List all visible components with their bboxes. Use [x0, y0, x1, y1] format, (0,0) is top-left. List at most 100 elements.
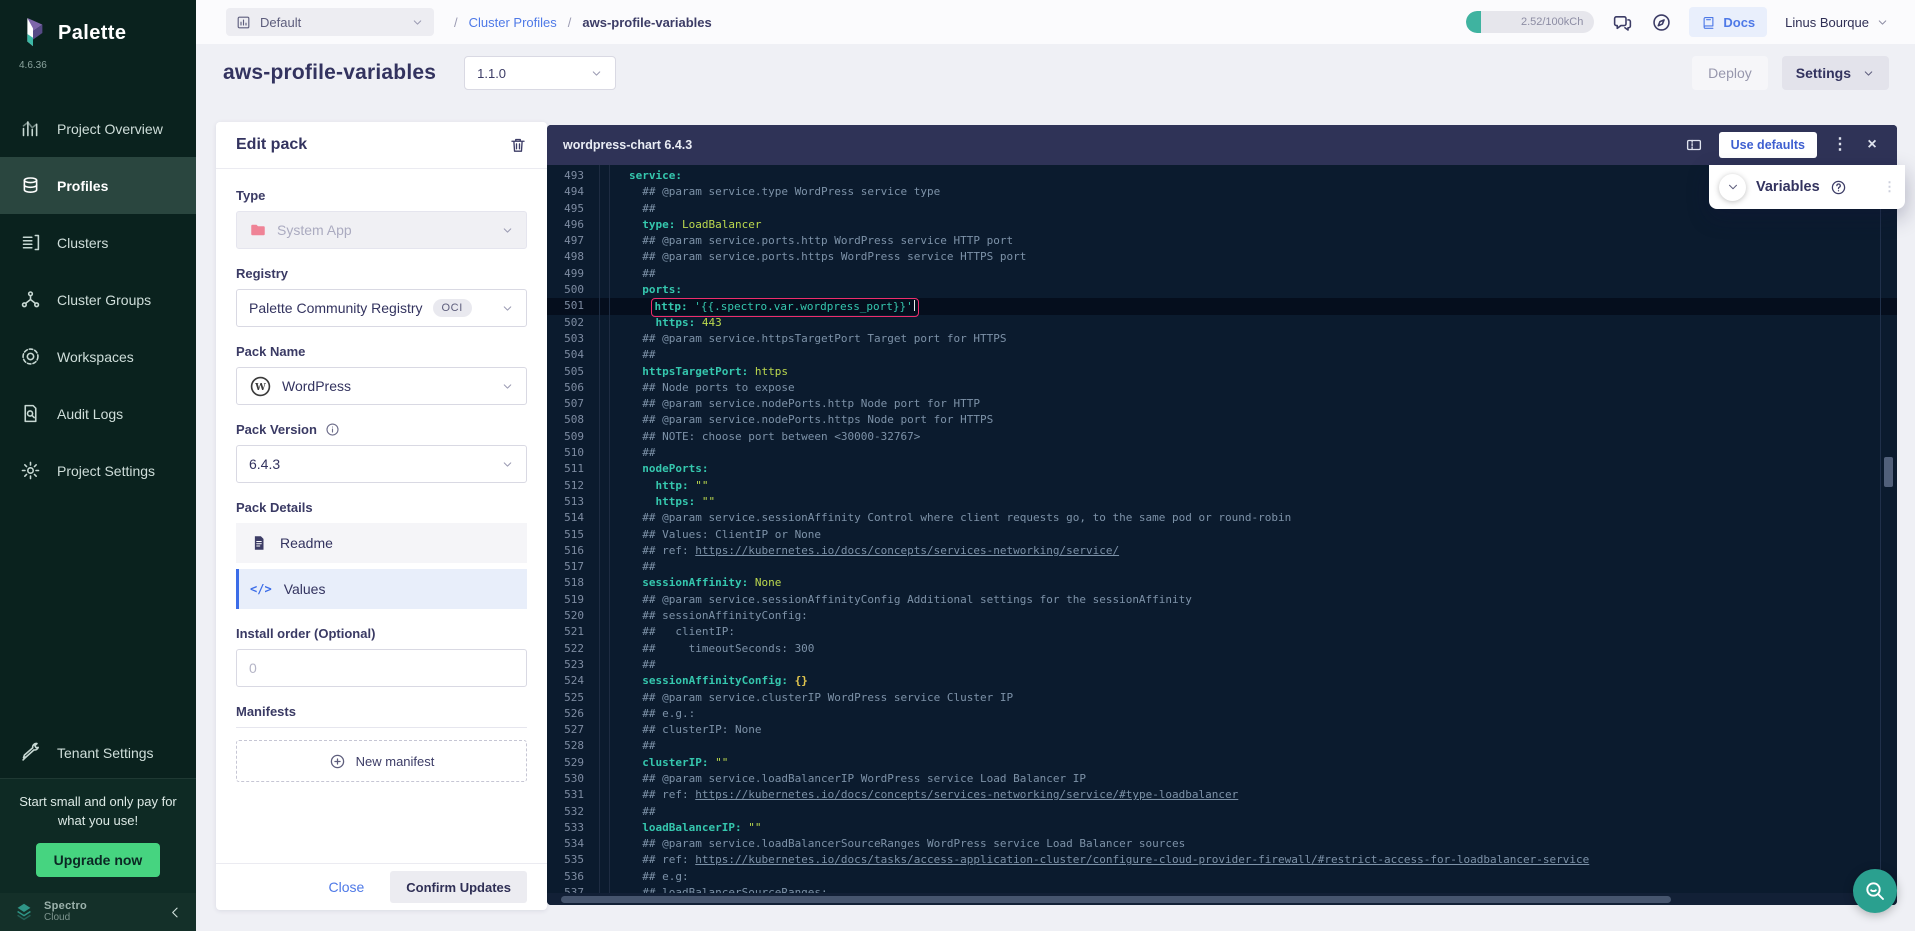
code-line[interactable]: 532 ## — [547, 804, 1897, 820]
sidebar-item-label: Tenant Settings — [57, 745, 154, 761]
code-line[interactable]: 524 sessionAffinityConfig: {} — [547, 673, 1897, 689]
info-icon[interactable] — [325, 422, 340, 437]
manifests-divider — [236, 727, 527, 728]
code-line[interactable]: 504 ## — [547, 347, 1897, 363]
variables-collapse-button[interactable] — [1719, 174, 1746, 201]
line-number: 516 — [547, 543, 599, 559]
code-line[interactable]: 505 httpsTargetPort: https — [547, 364, 1897, 380]
user-menu[interactable]: Linus Bourque — [1785, 15, 1889, 30]
code-line[interactable]: 527 ## clusterIP: None — [547, 722, 1897, 738]
sidebar-item-label: Clusters — [57, 235, 108, 251]
help-icon[interactable] — [1830, 179, 1847, 196]
horizontal-scrollbar[interactable] — [547, 893, 1897, 905]
code-line[interactable]: 515 ## Values: ClientIP or None — [547, 527, 1897, 543]
confirm-updates-button[interactable]: Confirm Updates — [390, 871, 527, 903]
code-line[interactable]: 494 ## @param service.type WordPress ser… — [547, 184, 1897, 200]
code-line[interactable]: 509 ## NOTE: choose port between <30000-… — [547, 429, 1897, 445]
editor-menu-kebab-icon[interactable]: ⋮ — [1831, 136, 1849, 154]
code-line[interactable]: 518 sessionAffinity: None — [547, 575, 1897, 591]
code-line[interactable]: 530 ## @param service.loadBalancerIP Wor… — [547, 771, 1897, 787]
code-line[interactable]: 517 ## — [547, 559, 1897, 575]
code-line[interactable]: 528 ## — [547, 738, 1897, 754]
readme-tab[interactable]: Readme — [236, 523, 527, 563]
use-defaults-button[interactable]: Use defaults — [1719, 132, 1817, 158]
code-line[interactable]: 521 ## clientIP: — [547, 624, 1897, 640]
code-line[interactable]: 535 ## ref: https://kubernetes.io/docs/t… — [547, 852, 1897, 868]
variables-menu-kebab-icon[interactable]: ⋮ — [1883, 178, 1895, 196]
code-line[interactable]: 511 nodePorts: — [547, 461, 1897, 477]
sidebar-item-project-overview[interactable]: Project Overview — [0, 100, 196, 157]
pack-version-select[interactable]: 6.4.3 — [236, 445, 527, 483]
settings-button[interactable]: Settings — [1782, 56, 1889, 90]
code-line[interactable]: 525 ## @param service.clusterIP WordPres… — [547, 690, 1897, 706]
registry-select[interactable]: Palette Community Registry OCI — [236, 289, 527, 327]
plus-circle-icon — [329, 753, 346, 770]
code-line[interactable]: 531 ## ref: https://kubernetes.io/docs/c… — [547, 787, 1897, 803]
code-line[interactable]: 513 https: "" — [547, 494, 1897, 510]
install-order-input[interactable] — [236, 649, 527, 687]
type-select[interactable]: System App — [236, 211, 527, 249]
code-line[interactable]: 508 ## @param service.nodePorts.https No… — [547, 412, 1897, 428]
profile-version-select[interactable]: 1.1.0 — [464, 56, 616, 90]
code-line[interactable]: 510 ## — [547, 445, 1897, 461]
code-line[interactable]: 506 ## Node ports to expose — [547, 380, 1897, 396]
code-line[interactable]: 536 ## e.g: — [547, 869, 1897, 885]
code-line[interactable]: 497 ## @param service.ports.http WordPre… — [547, 233, 1897, 249]
split-view-icon[interactable] — [1685, 136, 1703, 154]
pack-name-select[interactable]: W WordPress — [236, 367, 527, 405]
code-line[interactable]: 529 clusterIP: "" — [547, 755, 1897, 771]
code-line[interactable]: 522 ## timeoutSeconds: 300 — [547, 641, 1897, 657]
chat-button[interactable] — [1612, 12, 1633, 33]
code-line[interactable]: 519 ## @param service.sessionAffinityCon… — [547, 592, 1897, 608]
code-line[interactable]: 499 ## — [547, 266, 1897, 282]
code-line[interactable]: 537 ## loadBalancerSourceRanges: — [547, 885, 1897, 893]
vertical-scrollbar[interactable] — [1880, 165, 1881, 893]
line-number: 521 — [547, 624, 599, 640]
code-line[interactable]: 526 ## e.g.: — [547, 706, 1897, 722]
values-tab[interactable]: </> Values — [236, 569, 527, 609]
code-line[interactable]: 512 http: "" — [547, 478, 1897, 494]
close-button[interactable]: Close — [328, 879, 364, 895]
deploy-button[interactable]: Deploy — [1692, 56, 1768, 90]
sidebar-item-audit-logs[interactable]: Audit Logs — [0, 385, 196, 442]
code-line[interactable]: 533 loadBalancerIP: "" — [547, 820, 1897, 836]
code-line[interactable]: 501 http: '{{.spectro.var.wordpress_port… — [547, 298, 1897, 314]
line-number: 530 — [547, 771, 599, 787]
line-number: 531 — [547, 787, 599, 803]
code-line[interactable]: 493service: — [547, 168, 1897, 184]
docs-button[interactable]: Docs — [1689, 7, 1767, 37]
sidebar-item-workspaces[interactable]: Workspaces — [0, 328, 196, 385]
code-line[interactable]: 523 ## — [547, 657, 1897, 673]
compass-button[interactable] — [1651, 12, 1672, 33]
code-line[interactable]: 534 ## @param service.loadBalancerSource… — [547, 836, 1897, 852]
sidebar-item-tenant-settings[interactable]: Tenant Settings — [0, 724, 196, 781]
project-selector[interactable]: Default — [226, 8, 434, 36]
code-line[interactable]: 498 ## @param service.ports.https WordPr… — [547, 249, 1897, 265]
horizontal-scrollbar-thumb[interactable] — [561, 896, 1671, 903]
code-line[interactable]: 496 type: LoadBalancer — [547, 217, 1897, 233]
support-search-fab[interactable] — [1853, 869, 1897, 913]
sidebar-item-project-settings[interactable]: Project Settings — [0, 442, 196, 499]
code-line[interactable]: 514 ## @param service.sessionAffinity Co… — [547, 510, 1897, 526]
type-value: System App — [277, 222, 352, 238]
code-line[interactable]: 502 https: 443 — [547, 315, 1897, 331]
code-line[interactable]: 503 ## @param service.httpsTargetPort Ta… — [547, 331, 1897, 347]
line-number: 528 — [547, 738, 599, 754]
code-line[interactable]: 500 ports: — [547, 282, 1897, 298]
sidebar-item-clusters[interactable]: Clusters — [0, 214, 196, 271]
new-manifest-button[interactable]: New manifest — [236, 740, 527, 782]
code-line[interactable]: 495 ## — [547, 201, 1897, 217]
code-editor-panel: wordpress-chart 6.4.3 Use defaults ⋮ × 4… — [547, 125, 1897, 905]
code-line[interactable]: 507 ## @param service.nodePorts.http Nod… — [547, 396, 1897, 412]
upgrade-now-button[interactable]: Upgrade now — [36, 843, 161, 877]
collapse-sidebar-button[interactable] — [168, 905, 183, 920]
trash-icon[interactable] — [509, 136, 527, 154]
folder-icon — [249, 221, 267, 239]
breadcrumb-cluster-profiles[interactable]: Cluster Profiles — [469, 15, 557, 30]
vertical-scrollbar-thumb[interactable] — [1884, 457, 1893, 487]
editor-close-icon[interactable]: × — [1863, 136, 1881, 154]
sidebar-item-cluster-groups[interactable]: Cluster Groups — [0, 271, 196, 328]
code-line[interactable]: 520 ## sessionAffinityConfig: — [547, 608, 1897, 624]
sidebar-item-profiles[interactable]: Profiles — [0, 157, 196, 214]
code-line[interactable]: 516 ## ref: https://kubernetes.io/docs/c… — [547, 543, 1897, 559]
